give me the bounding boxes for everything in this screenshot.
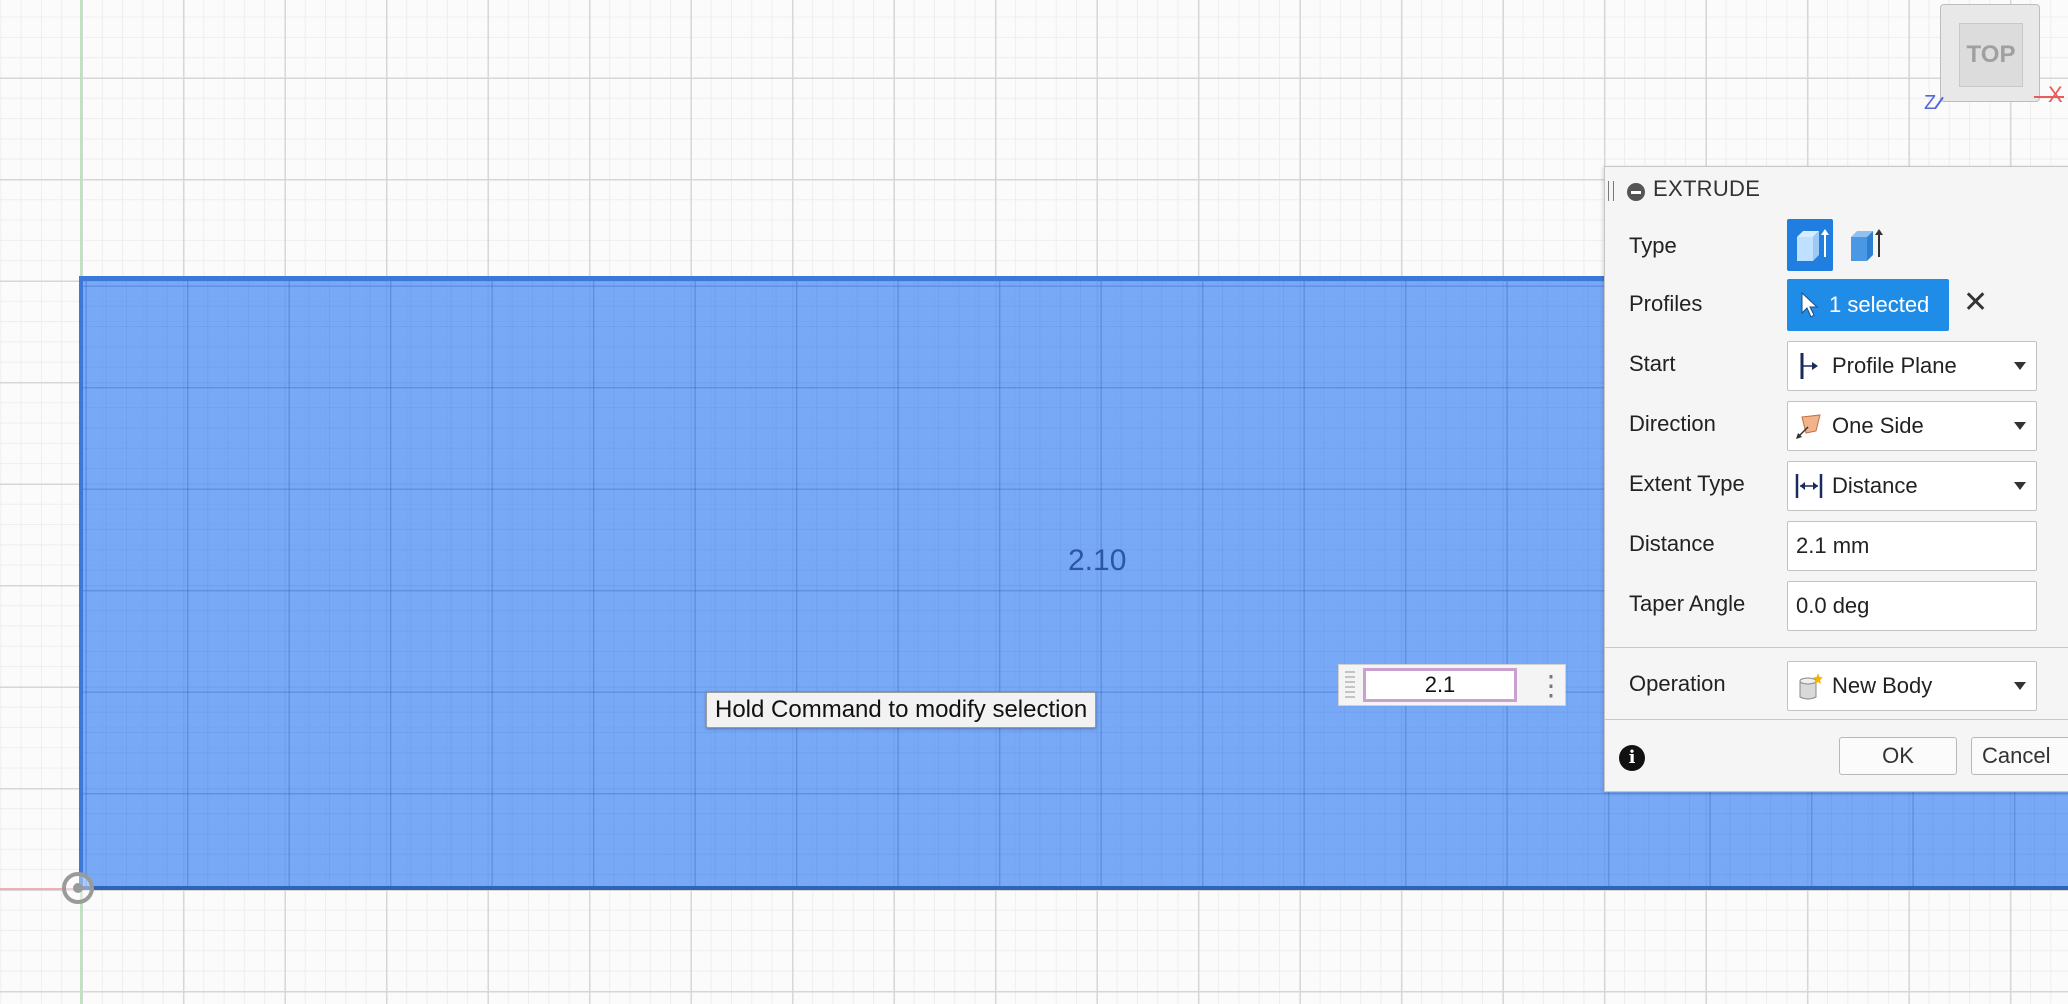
type-label: Type — [1629, 233, 1677, 258]
extrude-thin-type-button[interactable] — [1841, 219, 1887, 271]
distance-input[interactable]: 2.1 mm — [1787, 521, 2037, 571]
drag-grip-icon[interactable] — [1345, 671, 1355, 701]
taper-angle-label: Taper Angle — [1629, 591, 1746, 616]
operation-label: Operation — [1629, 671, 1726, 696]
start-label: Start — [1629, 351, 1676, 376]
taper-angle-input[interactable]: 0.0 deg — [1787, 581, 2037, 631]
collapse-icon[interactable] — [1627, 183, 1645, 201]
cancel-button[interactable]: Cancel — [1971, 737, 2068, 775]
extent-type-value: Distance — [1832, 473, 1918, 498]
dialog-title: EXTRUDE — [1653, 176, 1761, 201]
divider — [1605, 647, 2068, 648]
origin-icon — [62, 872, 94, 904]
clear-selection-icon[interactable]: ✕ — [1963, 285, 1988, 321]
extrude-solid-type-button[interactable] — [1787, 219, 1833, 271]
new-body-icon — [1799, 673, 1823, 700]
profile-plane-icon — [1800, 353, 1818, 379]
chevron-down-icon — [2014, 422, 2026, 430]
info-icon[interactable]: i — [1619, 745, 1645, 771]
start-value: Profile Plane — [1832, 353, 1957, 378]
dialog-header[interactable]: EXTRUDE — [1605, 167, 2068, 213]
one-side-icon — [1796, 414, 1821, 439]
x-axis-label: X — [2048, 82, 2063, 107]
profiles-selection-count: 1 selected — [1829, 292, 1930, 317]
chevron-down-icon — [2014, 682, 2026, 690]
extrude-dimension-label: 2.10 — [1068, 544, 1127, 577]
drag-handle-icon[interactable] — [1608, 181, 1614, 201]
view-cube-top-face[interactable]: TOP — [1959, 23, 2023, 87]
extrude-dialog: EXTRUDE Type Profiles 1 selected ✕ Start — [1604, 166, 2068, 792]
direction-value: One Side — [1832, 413, 1924, 438]
start-dropdown[interactable]: Profile Plane — [1787, 341, 2037, 391]
divider — [1605, 719, 2068, 720]
chevron-down-icon — [2014, 362, 2026, 370]
direction-dropdown[interactable]: One Side — [1787, 401, 2037, 451]
distance-label: Distance — [1629, 531, 1715, 556]
profiles-selection-button[interactable]: 1 selected — [1787, 279, 1949, 331]
ok-button[interactable]: OK — [1839, 737, 1957, 775]
inline-distance-input[interactable]: 2.1 ⋮ — [1338, 664, 1566, 706]
cursor-arrow-icon — [1801, 291, 1819, 318]
extent-type-label: Extent Type — [1629, 471, 1745, 496]
extent-type-dropdown[interactable]: Distance — [1787, 461, 2037, 511]
operation-value: New Body — [1832, 673, 1933, 698]
selection-hint-tooltip: Hold Command to modify selection — [706, 692, 1097, 728]
distance-icon — [1795, 474, 1823, 498]
inline-distance-field[interactable]: 2.1 — [1363, 668, 1517, 702]
direction-label: Direction — [1629, 411, 1716, 436]
chevron-down-icon — [2014, 482, 2026, 490]
profiles-label: Profiles — [1629, 291, 1703, 316]
thin-extrude-icon — [1851, 229, 1883, 261]
z-axis-label: Z — [1924, 92, 1937, 114]
more-options-icon[interactable]: ⋮ — [1537, 671, 1565, 701]
solid-extrude-icon — [1797, 229, 1829, 261]
view-cube[interactable]: TOP — [1940, 4, 2040, 102]
operation-dropdown[interactable]: New Body — [1787, 661, 2037, 711]
